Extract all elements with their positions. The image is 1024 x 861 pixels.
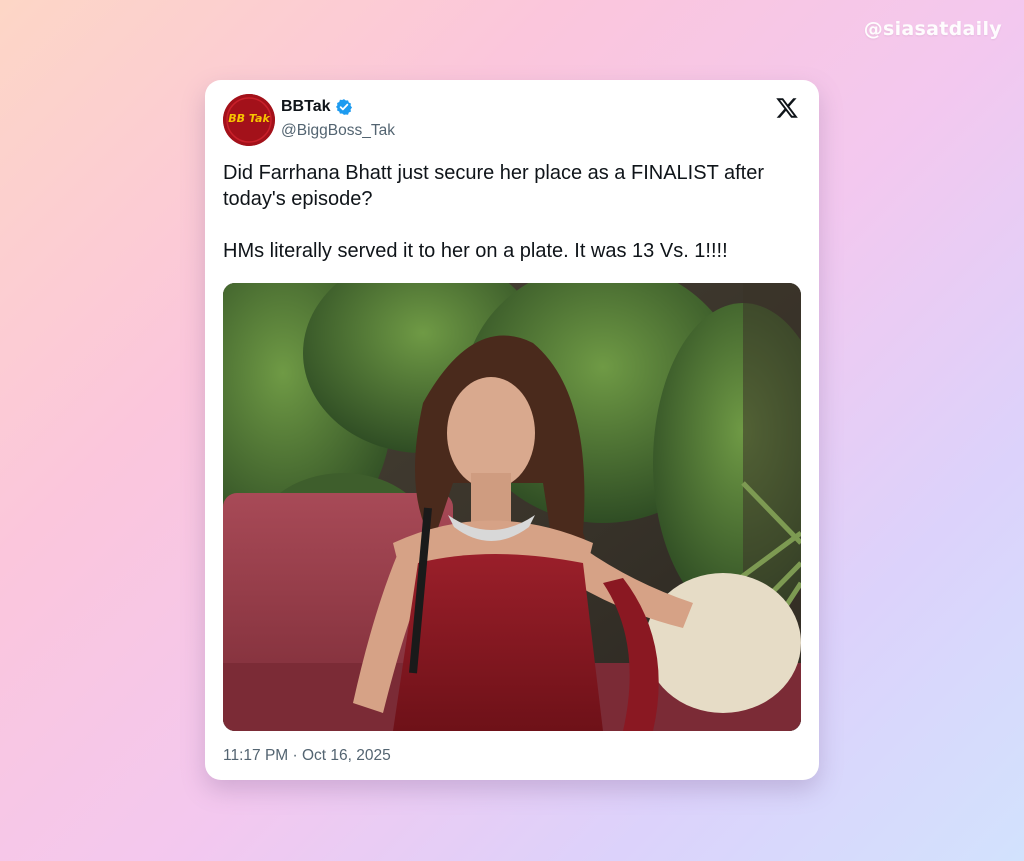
tweet-text: Did Farrhana Bhatt just secure her place… [223, 160, 798, 264]
tweet-paragraph: Did Farrhana Bhatt just secure her place… [223, 162, 764, 210]
tweet-paragraph: HMs literally served it to her on a plat… [223, 240, 728, 262]
tweet-card: BB Tak BBTak @BiggBoss_Tak Did Farrhana … [205, 80, 819, 780]
tweet-timestamp[interactable]: 11:17 PM · Oct 16, 2025 [223, 747, 391, 765]
x-logo-icon[interactable] [775, 96, 799, 120]
display-name[interactable]: BBTak [281, 98, 353, 116]
watermark: @siasatdaily [863, 18, 1002, 40]
avatar[interactable]: BB Tak [223, 94, 275, 146]
verified-badge-icon [335, 98, 353, 116]
user-handle[interactable]: @BiggBoss_Tak [281, 122, 395, 140]
display-name-text[interactable]: BBTak [281, 98, 331, 116]
tweet-media-image[interactable] [223, 283, 801, 731]
avatar-text: BB Tak [228, 112, 270, 125]
